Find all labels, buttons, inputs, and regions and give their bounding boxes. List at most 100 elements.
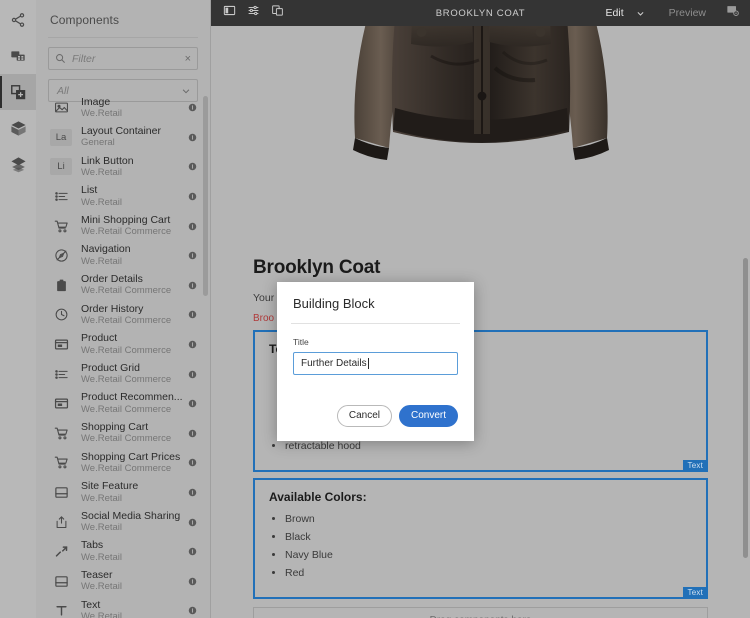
info-icon[interactable] [186, 192, 198, 201]
component-list-item[interactable]: Social Media Sharing We.Retail [36, 507, 210, 537]
component-list-item[interactable]: Tabs We.Retail [36, 537, 210, 567]
cart-icon [50, 453, 72, 473]
list-item: Navy Blue [285, 549, 692, 561]
rail-item-sitemap[interactable] [0, 2, 36, 38]
emulator-icon [271, 4, 284, 22]
component-list-item[interactable]: Li Link Button We.Retail [36, 152, 210, 182]
side-panel-toggle-button[interactable] [217, 2, 241, 24]
component-name: Teaser [81, 570, 113, 581]
component-label-group: Layout Container General [81, 126, 186, 149]
component-list-item[interactable]: Text We.Retail [36, 596, 210, 618]
component-list-item[interactable]: Product Recommen... We.Retail Commerce [36, 389, 210, 419]
info-icon[interactable] [186, 310, 198, 319]
text-component[interactable]: Available Colors: Brown Black Navy Blue … [253, 478, 708, 599]
info-icon[interactable] [186, 370, 198, 379]
component-list-item[interactable]: Product Grid We.Retail Commerce [36, 359, 210, 389]
page-info-icon [726, 4, 739, 22]
box-icon [50, 335, 72, 355]
info-icon[interactable] [186, 162, 198, 171]
component-label-group: Teaser We.Retail [81, 570, 186, 593]
list-item: Brown [285, 513, 692, 525]
component-list-item[interactable]: Site Feature We.Retail [36, 478, 210, 508]
info-icon[interactable] [186, 281, 198, 290]
component-group: We.Retail [81, 256, 123, 267]
panel-title: Components [50, 13, 120, 27]
component-name: Product [81, 333, 118, 345]
component-list-item[interactable]: Navigation We.Retail [36, 241, 210, 271]
info-icon[interactable] [186, 577, 198, 586]
component-group: We.Retail Commerce [81, 227, 172, 238]
component-list-item[interactable]: List We.Retail [36, 182, 210, 212]
preview-button[interactable]: Preview [657, 7, 718, 19]
page-info-button[interactable] [720, 2, 744, 24]
page-settings-button[interactable] [241, 2, 265, 24]
component-group: We.Retail Commerce [81, 434, 172, 445]
title-input[interactable]: Further Details [293, 352, 458, 375]
tabs-icon [50, 542, 72, 562]
component-label-group: Product We.Retail Commerce [81, 333, 186, 356]
list-item: Red [285, 567, 692, 579]
editor-toolbar: BROOKLYN COAT Edit Preview [211, 0, 750, 26]
cancel-button[interactable]: Cancel [336, 405, 392, 427]
component-name: Shopping Cart Prices [81, 451, 181, 463]
component-label-group: Social Media Sharing We.Retail [81, 511, 186, 534]
mode-selector[interactable]: Edit [598, 7, 628, 19]
component-list-item[interactable]: La Layout Container General [36, 123, 210, 153]
component-name: Mini Shopping Cart [81, 214, 171, 226]
clear-icon[interactable]: × [185, 53, 191, 65]
rail-item-components[interactable] [0, 74, 36, 110]
component-list-item[interactable]: Mini Shopping Cart We.Retail Commerce [36, 211, 210, 241]
component-list-item[interactable]: Order Details We.Retail Commerce [36, 271, 210, 301]
info-icon[interactable] [186, 340, 198, 349]
toolbar-right: Edit Preview [598, 2, 744, 24]
section-list: Brown Black Navy Blue Red [285, 513, 692, 579]
component-name: Shopping Cart [81, 422, 149, 434]
emulator-button[interactable] [265, 2, 289, 24]
rail-item-layers[interactable] [0, 146, 36, 182]
component-list-item[interactable]: Shopping Cart We.Retail Commerce [36, 419, 210, 449]
dialog-body: Title Further Details [277, 324, 474, 383]
sliders-icon [247, 4, 260, 22]
component-group: We.Retail Commerce [81, 404, 172, 415]
component-name: Product Grid [81, 362, 140, 374]
info-icon[interactable] [186, 103, 198, 112]
info-icon[interactable] [186, 429, 198, 438]
search-icon [55, 53, 66, 64]
info-icon[interactable] [186, 488, 198, 497]
component-list-item[interactable]: Order History We.Retail Commerce [36, 300, 210, 330]
info-icon[interactable] [186, 458, 198, 467]
info-icon[interactable] [186, 399, 198, 408]
search-input[interactable]: Filter × [48, 47, 198, 70]
info-icon[interactable] [186, 606, 198, 615]
share-box-icon [50, 512, 72, 532]
components-icon [10, 84, 27, 101]
component-list[interactable]: Image We.Retail La Layout Container General L… [36, 93, 210, 618]
product-hero-image[interactable] [211, 26, 750, 231]
list-item: retractable hood [285, 440, 692, 452]
component-label-group: List We.Retail [81, 185, 186, 208]
info-icon[interactable] [186, 133, 198, 142]
chevron-down-icon[interactable] [630, 9, 655, 18]
component-name: Text [81, 599, 101, 611]
component-name: Navigation [81, 244, 131, 256]
component-list-item[interactable]: Product We.Retail Commerce [36, 330, 210, 360]
info-icon[interactable] [186, 222, 198, 231]
rail-item-assets[interactable] [0, 38, 36, 74]
component-list-item[interactable]: Image We.Retail [36, 93, 210, 123]
component-group: We.Retail [81, 552, 123, 563]
component-group: We.Retail [81, 168, 123, 179]
component-list-item[interactable]: Shopping Cart Prices We.Retail Commerce [36, 448, 210, 478]
convert-button[interactable]: Convert [398, 405, 458, 427]
component-dropzone[interactable]: Drag components here [253, 607, 708, 618]
panel-scrollbar-thumb[interactable] [203, 96, 208, 296]
component-list-item[interactable]: Teaser We.Retail [36, 567, 210, 597]
component-badge[interactable]: Text [682, 459, 708, 472]
info-icon[interactable] [186, 547, 198, 556]
canvas-scrollbar-thumb[interactable] [743, 258, 748, 558]
component-badge[interactable]: Text [682, 586, 708, 599]
info-icon[interactable] [186, 518, 198, 527]
box-icon [50, 394, 72, 414]
info-icon[interactable] [186, 251, 198, 260]
image-icon [50, 98, 72, 118]
rail-item-content-tree[interactable] [0, 110, 36, 146]
